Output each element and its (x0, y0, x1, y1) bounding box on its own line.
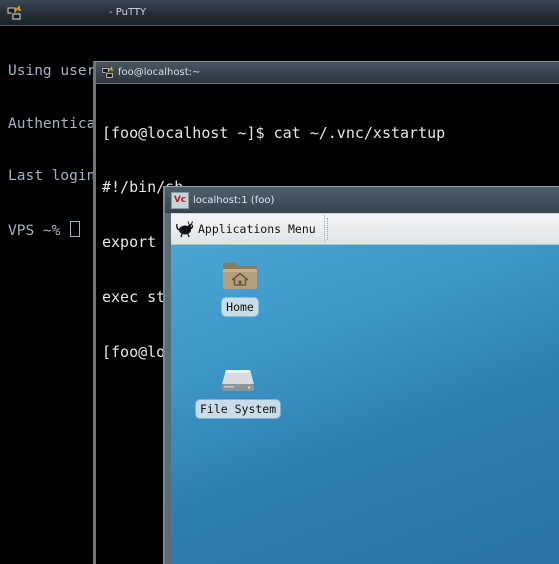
putty-titlebar[interactable]: - PuTTY (0, 0, 559, 26)
applications-menu-button[interactable]: Applications Menu (171, 215, 325, 243)
shell-prompt: VPS ~% (8, 222, 70, 239)
terminal-title: foo@localhost:~ (118, 67, 201, 78)
panel-separator (326, 218, 334, 240)
desktop-icon-label: Home (222, 298, 258, 316)
vnc-title: localhost:1 (foo) (193, 194, 275, 206)
desktop-icon-label: File System (196, 400, 281, 418)
xfce-panel: Applications Menu (171, 214, 559, 245)
terminal-cursor (70, 220, 81, 237)
xfce-mouse-icon (176, 221, 194, 238)
hard-drive-icon (222, 370, 255, 391)
desktop-icon-file-system[interactable]: File System (196, 364, 281, 418)
desktop-icon-home[interactable]: Home (221, 258, 259, 316)
home-folder-icon (223, 263, 257, 289)
xfce-desktop[interactable]: Applications Menu Home File System (171, 213, 559, 564)
applications-menu-label: Applications Menu (198, 222, 316, 236)
putty-title: - PuTTY (109, 7, 147, 18)
terminal-titlebar[interactable]: foo@localhost:~ (96, 62, 559, 84)
vnc-titlebar[interactable]: Vc localhost:1 (foo) (165, 187, 559, 213)
vnc-app-icon: Vc (171, 191, 189, 209)
terminal-line: [foo@localhost ~]$ cat ~/.vnc/xstartup (102, 123, 446, 142)
vnc-viewer-window[interactable]: Vc localhost:1 (foo) Applications Menu H… (163, 186, 559, 564)
putty-icon (101, 66, 114, 79)
putty-icon (6, 4, 22, 20)
